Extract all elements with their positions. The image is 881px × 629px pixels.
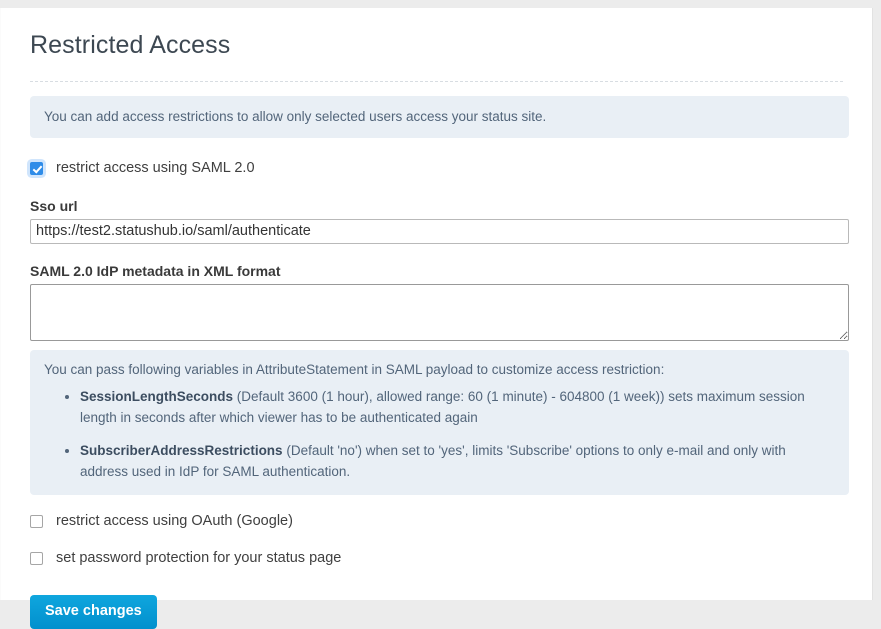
save-changes-button[interactable]: Save changes [30,595,157,629]
content-panel: Restricted Access You can add access res… [0,8,873,629]
saml-variables-alert: You can pass following variables in Attr… [30,349,849,496]
password-checkbox[interactable] [30,551,43,565]
page-title: Restricted Access [30,31,231,59]
saml-settings-block: Sso url SAML 2.0 IdP metadata in XML for… [30,197,849,496]
saml-checkbox-label: restrict access using SAML 2.0 [56,160,255,177]
saml-metadata-textarea[interactable] [30,283,849,341]
saml-metadata-label: SAML 2.0 IdP metadata in XML format [30,262,281,279]
intro-alert: You can add access restrictions to allow… [30,96,849,139]
oauth-checkbox-row[interactable]: restrict access using OAuth (Google) [30,512,843,532]
saml-checkbox[interactable] [30,162,43,176]
saml-variables-intro: You can pass following variables in Attr… [44,361,665,377]
saml-variables-list: SessionLengthSeconds (Default 3600 (1 ho… [44,387,835,482]
saml-checkbox-row[interactable]: restrict access using SAML 2.0 [30,159,843,179]
password-checkbox-row[interactable]: set password protection for your status … [30,549,843,569]
title-divider [30,81,843,82]
restricted-access-form: Restricted Access You can add access res… [1,8,872,629]
oauth-checkbox[interactable] [30,515,43,529]
oauth-checkbox-label: restrict access using OAuth (Google) [56,513,293,530]
sso-url-input[interactable] [30,218,849,244]
list-item: SubscriberAddressRestrictions (Default '… [80,441,835,482]
password-checkbox-label: set password protection for your status … [56,549,342,566]
variable-name: SubscriberAddressRestrictions [80,443,283,459]
sso-url-label: Sso url [30,197,78,214]
variable-name: SessionLengthSeconds [80,389,234,405]
list-item: SessionLengthSeconds (Default 3600 (1 ho… [80,387,835,428]
